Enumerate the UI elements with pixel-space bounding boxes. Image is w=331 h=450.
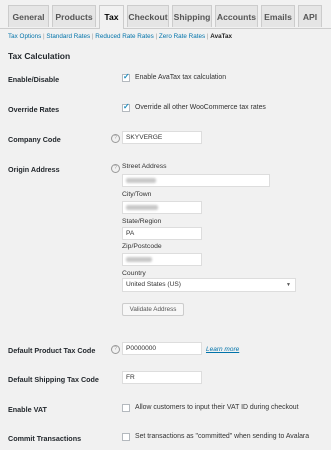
subnav-zero-rate-rates[interactable]: Zero Rate Rates	[159, 33, 205, 40]
subnav-separator: |	[206, 33, 209, 40]
subnav-separator: |	[43, 33, 45, 40]
learn-more-link[interactable]: Learn more	[206, 346, 239, 353]
tax-subnav: Tax Options | Standard Rates | Reduced R…	[8, 33, 232, 40]
street-address-input[interactable]	[122, 174, 270, 187]
enable-vat-checkbox-text: Allow customers to input their VAT ID du…	[135, 404, 299, 411]
enable-vat-label: Enable VAT	[8, 405, 47, 414]
country-select-value: United States (US)	[126, 281, 181, 288]
state-label: State/Region	[122, 218, 162, 225]
product-tax-code-label: Default Product Tax Code	[8, 346, 96, 355]
tab-tax[interactable]: Tax	[99, 5, 124, 29]
origin-address-label: Origin Address	[8, 165, 60, 174]
redacted-value	[126, 256, 152, 262]
help-icon[interactable]: ?	[111, 164, 120, 173]
override-checkbox[interactable]	[122, 102, 130, 112]
tab-general[interactable]: General	[8, 5, 49, 27]
state-input[interactable]: PA	[122, 227, 202, 240]
tab-shipping[interactable]: Shipping	[172, 5, 212, 27]
commit-transactions-checkbox[interactable]	[122, 433, 130, 441]
tab-api[interactable]: API	[298, 5, 322, 27]
country-label: Country	[122, 270, 146, 277]
zip-label: Zip/Postcode	[122, 243, 162, 250]
override-label: Override Rates	[8, 105, 60, 114]
shipping-tax-code-label: Default Shipping Tax Code	[8, 375, 99, 384]
subnav-separator: |	[155, 33, 158, 40]
commit-transactions-checkbox-text: Set transactions as "committed" when sen…	[135, 433, 310, 440]
settings-tabs: General Products Tax Checkout Shipping A…	[0, 0, 331, 29]
subnav-standard-rates[interactable]: Standard Rates	[46, 33, 90, 40]
chevron-down-icon: ▼	[286, 282, 291, 288]
commit-transactions-label: Commit Transactions	[8, 434, 82, 443]
street-address-label: Street Address	[122, 163, 167, 170]
redacted-value	[126, 177, 156, 183]
tab-checkout[interactable]: Checkout	[127, 5, 169, 27]
city-label: City/Town	[122, 191, 152, 198]
company-code-input[interactable]: SKYVERGE	[122, 131, 202, 144]
enable-vat-checkbox[interactable]	[122, 404, 130, 412]
enable-label: Enable/Disable	[8, 75, 60, 84]
company-code-label: Company Code	[8, 135, 61, 144]
city-input[interactable]	[122, 201, 202, 214]
section-title: Tax Calculation	[8, 51, 71, 61]
subnav-avatax: AvaTax	[210, 33, 232, 40]
validate-address-button[interactable]: Validate Address	[122, 303, 184, 316]
subnav-tax-options[interactable]: Tax Options	[8, 33, 41, 40]
redacted-value	[126, 204, 158, 210]
override-checkbox-text: Override all other WooCommerce tax rates	[135, 104, 266, 111]
enable-checkbox-text: Enable AvaTax tax calculation	[135, 74, 227, 81]
subnav-separator: |	[91, 33, 94, 40]
subnav-reduced-rate-rates[interactable]: Reduced Rate Rates	[95, 33, 153, 40]
shipping-tax-code-input[interactable]: FR	[122, 371, 202, 384]
product-tax-code-input[interactable]: P0000000	[122, 342, 202, 355]
tab-emails[interactable]: Emails	[261, 5, 295, 27]
help-icon[interactable]: ?	[111, 134, 120, 143]
zip-input[interactable]	[122, 253, 202, 266]
country-select[interactable]: United States (US) ▼	[122, 278, 296, 292]
enable-checkbox[interactable]	[122, 72, 130, 82]
tab-products[interactable]: Products	[52, 5, 96, 27]
help-icon[interactable]: ?	[111, 345, 120, 354]
tab-accounts[interactable]: Accounts	[215, 5, 258, 27]
